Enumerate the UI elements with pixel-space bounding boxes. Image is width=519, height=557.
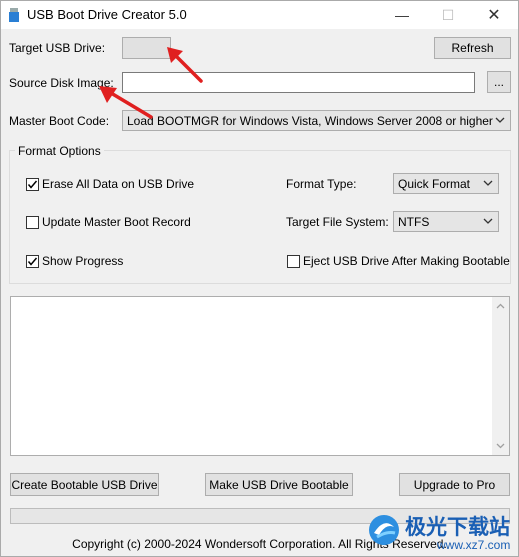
usb-drive-icon <box>9 8 19 22</box>
scroll-up-icon[interactable] <box>495 301 506 312</box>
file-system-dropdown[interactable]: NTFS <box>393 211 499 232</box>
erase-data-checkbox[interactable]: Erase All Data on USB Drive <box>26 177 194 191</box>
checkbox-checked-icon <box>26 254 39 268</box>
watermark-text: 极光下载站 <box>405 515 510 539</box>
file-system-label: Target File System: <box>286 215 389 229</box>
upgrade-to-pro-button[interactable]: Upgrade to Pro <box>399 473 510 496</box>
close-button[interactable]: ✕ <box>471 1 517 29</box>
scroll-down-icon[interactable] <box>495 440 506 451</box>
eject-drive-label: Eject USB Drive After Making Bootable <box>303 254 510 268</box>
log-scrollbar[interactable] <box>492 297 509 455</box>
create-bootable-usb-button[interactable]: Create Bootable USB Drive <box>10 473 159 496</box>
title-bar[interactable]: USB Boot Drive Creator 5.0 — ☐ ✕ <box>1 1 518 29</box>
format-type-label: Format Type: <box>286 177 357 191</box>
refresh-button[interactable]: Refresh <box>434 37 511 59</box>
watermark-domain: www.xz7.com <box>437 538 511 552</box>
chevron-down-icon <box>495 117 505 123</box>
minimize-button[interactable]: — <box>379 1 425 29</box>
format-options-title: Format Options <box>15 144 104 158</box>
make-usb-bootable-button[interactable]: Make USB Drive Bootable <box>205 473 353 496</box>
watermark-logo: 极光下载站 www.xz7.com <box>367 509 517 555</box>
app-window: USB Boot Drive Creator 5.0 — ☐ ✕ Target … <box>0 0 519 557</box>
show-progress-checkbox[interactable]: Show Progress <box>26 254 123 268</box>
update-mbr-label: Update Master Boot Record <box>42 215 191 229</box>
target-usb-label: Target USB Drive: <box>9 41 106 55</box>
browse-button[interactable]: ... <box>487 71 511 93</box>
format-type-value: Quick Format <box>398 177 471 191</box>
update-mbr-checkbox[interactable]: Update Master Boot Record <box>26 215 191 229</box>
format-type-dropdown[interactable]: Quick Format <box>393 173 499 194</box>
window-title: USB Boot Drive Creator 5.0 <box>27 7 187 22</box>
checkbox-unchecked-icon <box>287 254 300 268</box>
master-boot-code-value: Load BOOTMGR for Windows Vista, Windows … <box>127 114 493 128</box>
chevron-down-icon <box>483 180 493 186</box>
file-system-value: NTFS <box>398 215 430 229</box>
erase-data-label: Erase All Data on USB Drive <box>42 177 195 191</box>
aurora-logo-icon <box>369 515 399 545</box>
chevron-down-icon <box>483 218 493 224</box>
checkbox-unchecked-icon <box>26 215 39 229</box>
show-progress-label: Show Progress <box>42 254 124 268</box>
eject-drive-checkbox[interactable]: Eject USB Drive After Making Bootable <box>287 254 510 268</box>
checkbox-checked-icon <box>26 177 39 191</box>
master-boot-code-dropdown[interactable]: Load BOOTMGR for Windows Vista, Windows … <box>122 110 511 131</box>
annotation-arrow-icon <box>167 47 203 83</box>
maximize-button[interactable]: ☐ <box>425 1 471 29</box>
log-textarea[interactable] <box>10 296 510 456</box>
annotation-arrow-icon <box>99 86 153 119</box>
